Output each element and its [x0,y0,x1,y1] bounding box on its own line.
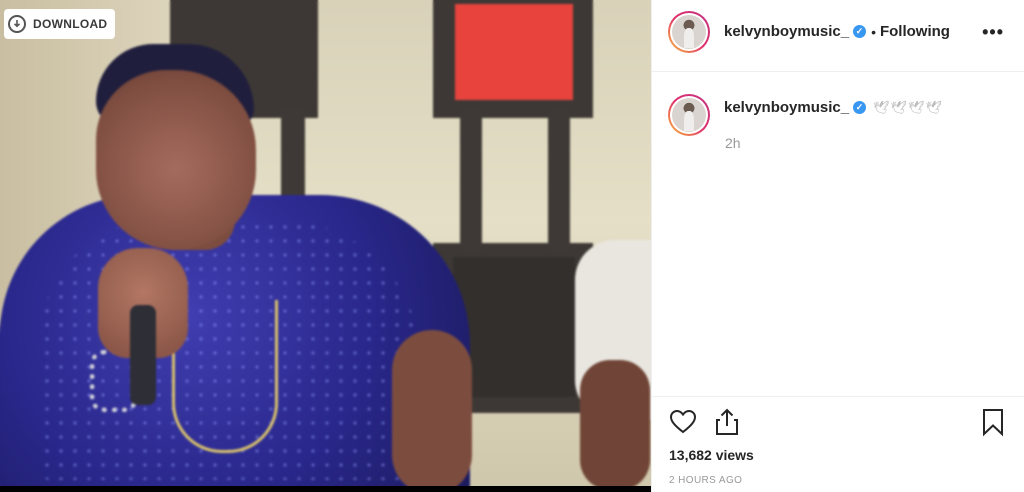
video-progress-track[interactable] [0,486,651,492]
more-options-icon[interactable]: ••• [982,22,1004,43]
following-button[interactable]: Following [880,23,950,40]
share-icon[interactable] [712,407,742,437]
download-button[interactable]: DOWNLOAD [4,9,116,39]
post-timestamp[interactable]: 2 HOURS AGO [669,475,742,486]
heart-icon[interactable] [668,407,698,437]
bookmark-icon[interactable] [978,407,1008,437]
caption-text: 🕊🕊🕊🕊 [873,99,944,115]
download-icon [8,15,26,33]
download-label: DOWNLOAD [33,17,108,31]
verified-badge-icon: ✓ [853,101,867,114]
view-count[interactable]: 13,682 views [669,447,754,463]
caption-username[interactable]: kelvynboymusic_ [724,99,849,116]
post-header: kelvynboymusic_ ✓ • Following ••• [652,0,1024,72]
separator-dot: • [871,23,876,40]
author-username[interactable]: kelvynboymusic_ [724,23,849,40]
caption-timestamp[interactable]: 2h [725,135,741,151]
verified-badge-icon: ✓ [853,25,867,38]
avatar[interactable] [668,94,710,136]
action-bar: 13,682 views 2 HOURS AGO [652,396,1024,492]
post-sidebar: kelvynboymusic_ ✓ • Following ••• kelvyn… [651,0,1024,492]
avatar[interactable] [668,11,710,53]
video-player[interactable]: DOWNLOAD [0,0,651,492]
